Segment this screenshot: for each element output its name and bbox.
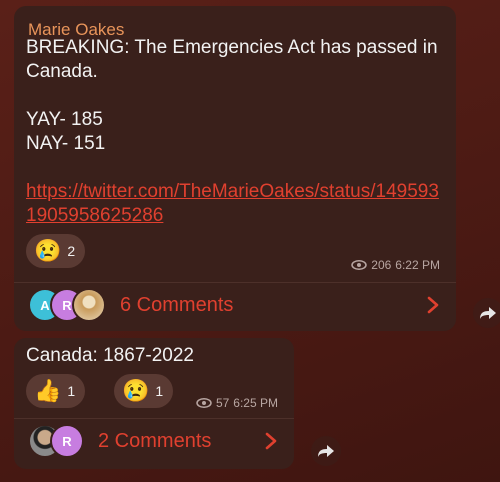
eye-icon — [351, 260, 368, 270]
chevron-right-icon — [427, 296, 439, 314]
view-count: 57 — [215, 396, 230, 410]
message-text: Canada: 1867-2022 — [26, 345, 194, 366]
chevron-right-icon — [265, 432, 277, 450]
message-time: 6:22 PM — [395, 258, 440, 272]
share-arrow-icon — [480, 307, 496, 319]
commenter-avatars: R — [28, 424, 84, 458]
avatar — [72, 288, 106, 322]
message-line: YAY- 185 — [26, 109, 103, 130]
message-time: 6:25 PM — [233, 396, 278, 410]
reaction-count: 1 — [67, 383, 76, 399]
share-arrow-icon — [318, 445, 334, 457]
avatar: R — [50, 424, 84, 458]
reaction-crying[interactable]: 😢 1 — [114, 374, 174, 408]
message-meta: 57 6:25 PM — [196, 396, 278, 410]
thumbs-up-emoji-icon: 👍 — [34, 378, 62, 403]
comments-label: 2 Comments — [98, 429, 212, 452]
reaction-count: 1 — [155, 383, 164, 399]
message-line: BREAKING: The Emergencies Act has passed… — [26, 37, 438, 82]
message-meta: 206 6:22 PM — [351, 258, 440, 272]
message-bubble[interactable]: Canada: 1867-2022 👍 1 😢 1 57 6:25 PM R 2… — [14, 338, 294, 469]
comments-button[interactable]: A R 6 Comments — [14, 283, 456, 327]
crying-emoji-icon: 😢 — [122, 378, 150, 403]
message-line: NAY- 151 — [26, 133, 106, 154]
view-count: 206 — [371, 258, 392, 272]
message-text: BREAKING: The Emergencies Act has passed… — [26, 36, 446, 228]
share-button[interactable] — [311, 436, 341, 466]
tweet-link[interactable]: https://twitter.com/TheMarieOakes/status… — [26, 181, 439, 226]
reaction-count: 2 — [67, 243, 76, 259]
eye-icon — [196, 398, 212, 408]
share-button[interactable] — [473, 298, 500, 328]
commenter-avatars: A R — [28, 288, 106, 322]
reaction-crying[interactable]: 😢 2 — [26, 234, 86, 268]
comments-label: 6 Comments — [120, 293, 234, 316]
message-bubble[interactable]: Marie Oakes BREAKING: The Emergencies Ac… — [14, 6, 456, 331]
crying-emoji-icon: 😢 — [34, 238, 62, 263]
reaction-thumbs-up[interactable]: 👍 1 — [26, 374, 86, 408]
comments-button[interactable]: R 2 Comments — [14, 419, 294, 463]
